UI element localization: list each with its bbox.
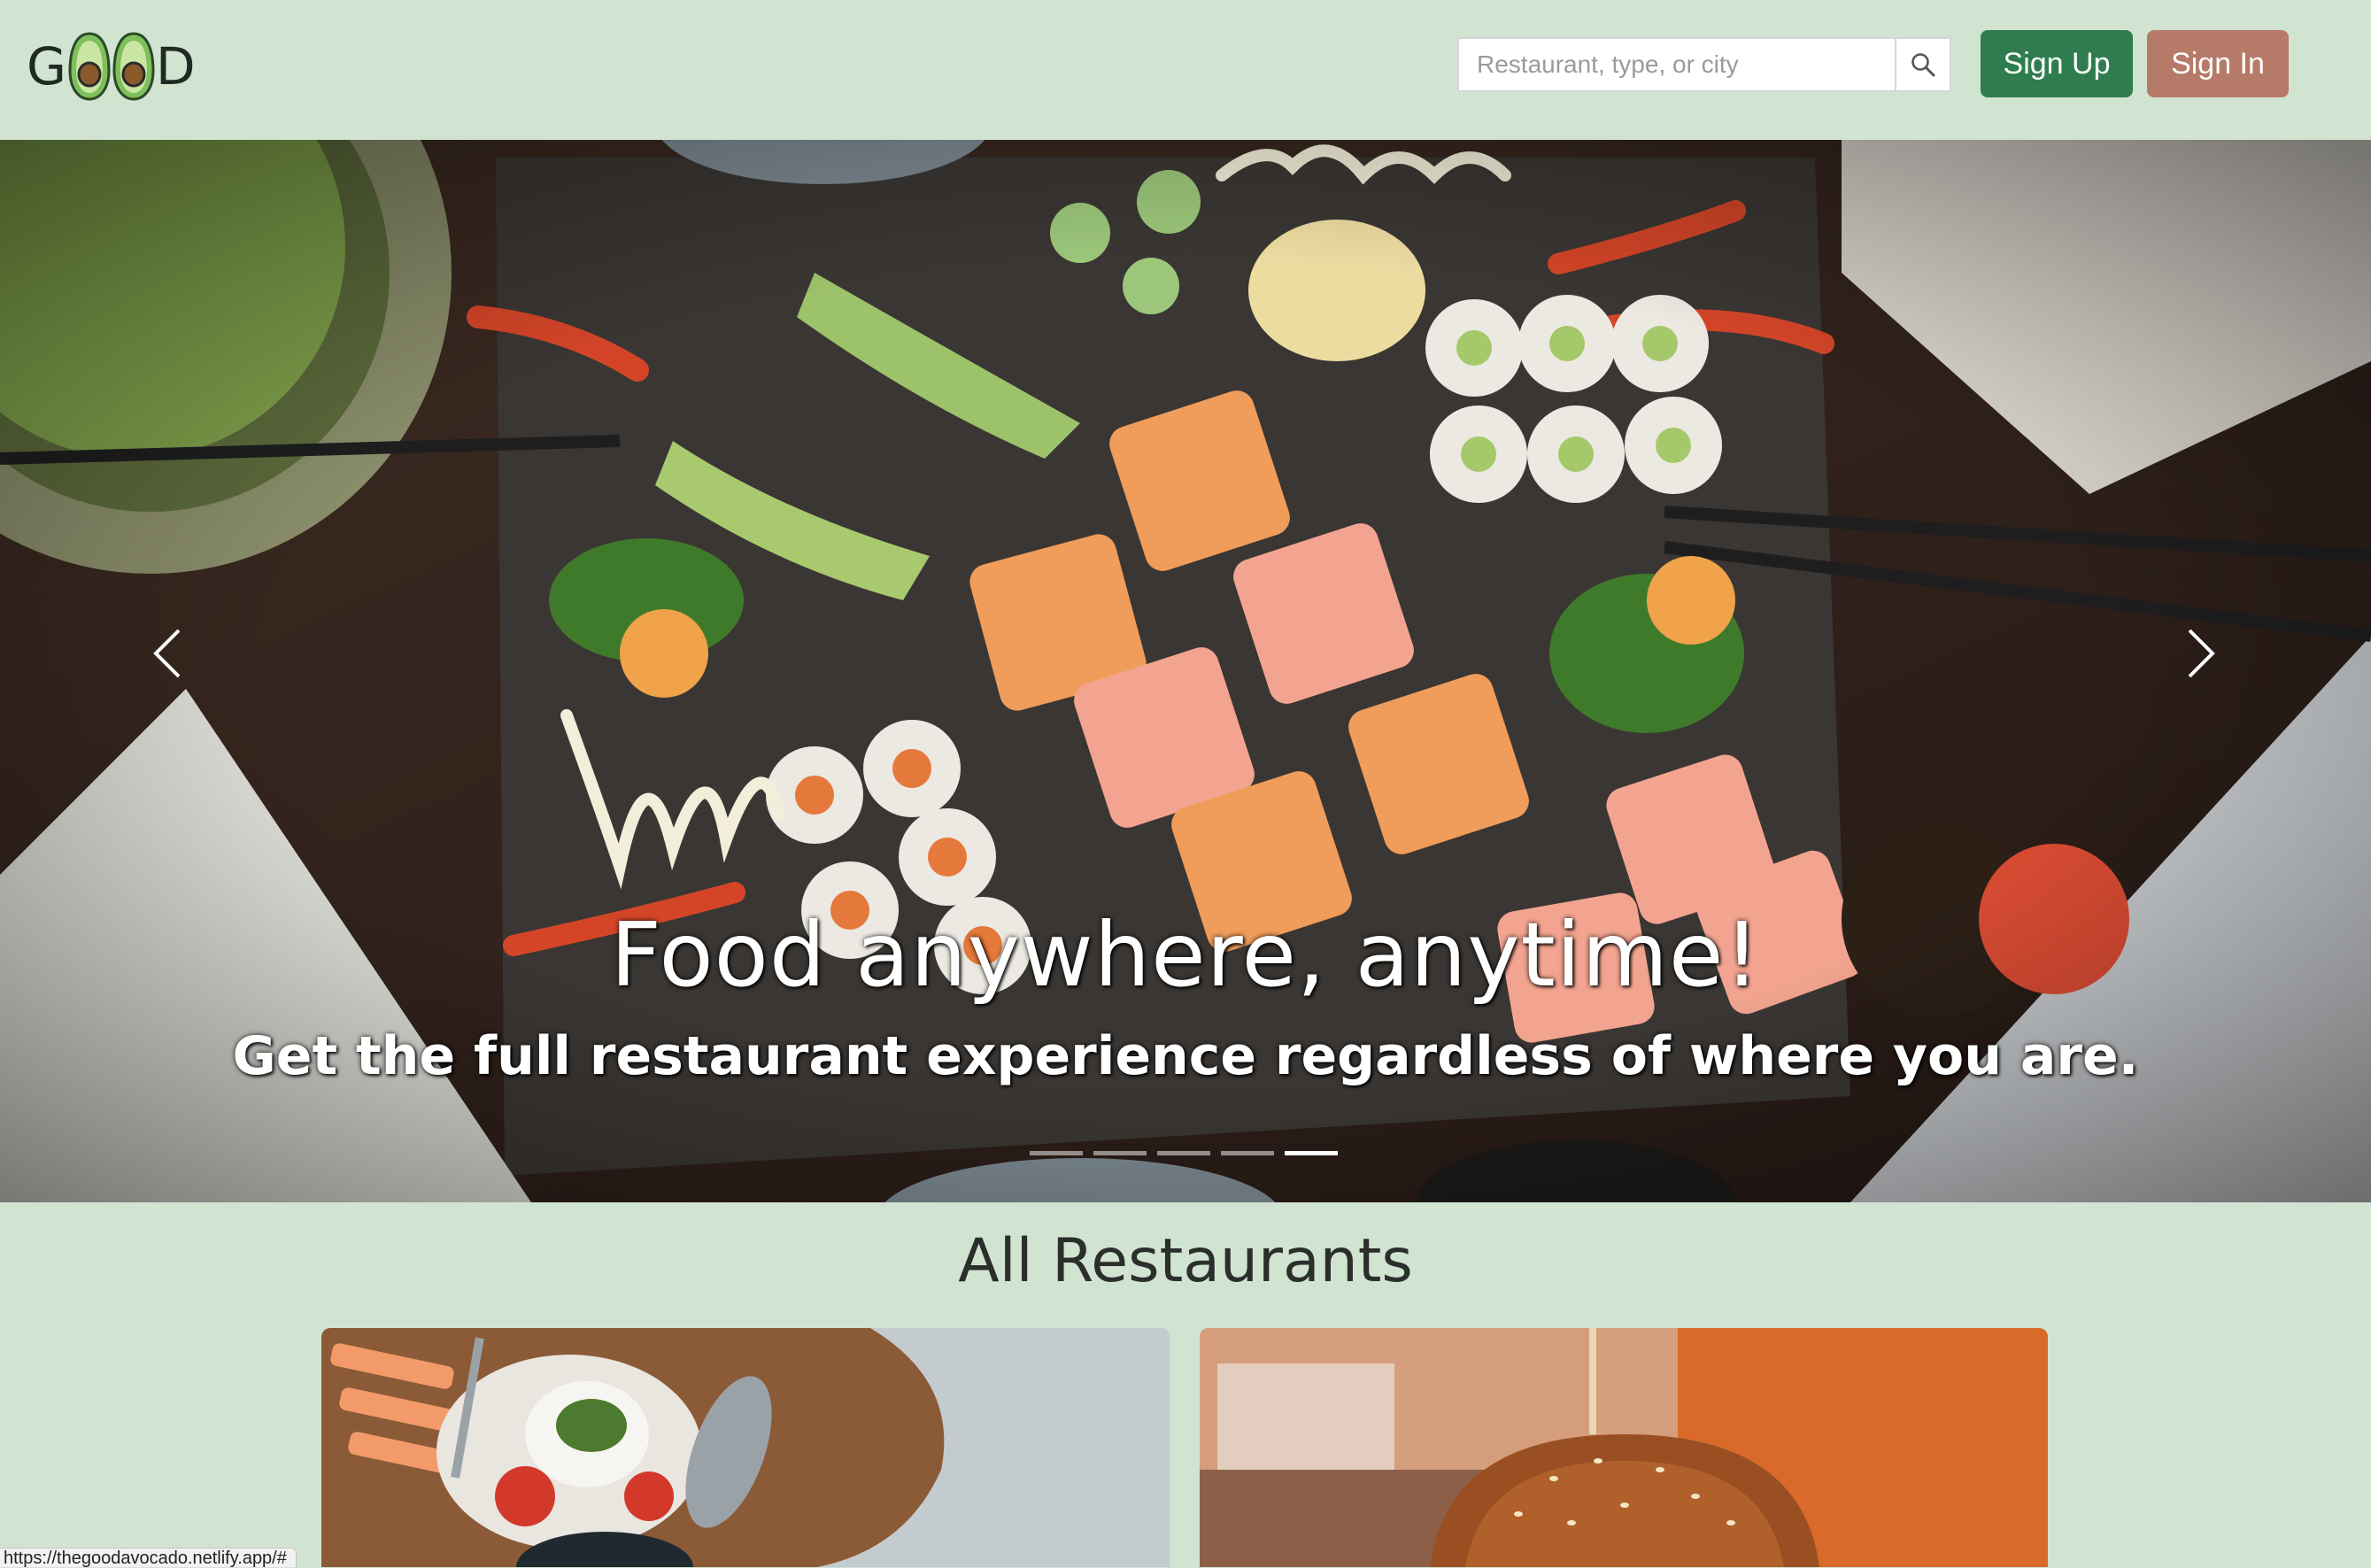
logo-letter-d: D [155,36,197,97]
carousel-indicator[interactable] [1093,1151,1147,1155]
hero-title: Food anywhere, anytime! [610,903,1761,1007]
search-input[interactable] [1457,37,1895,92]
hero-subtitle: Get the full restaurant experience regar… [232,1025,2139,1087]
logo-letter-g: G [27,36,67,97]
carousel-indicator[interactable] [1030,1151,1083,1155]
hero-carousel: Food anywhere, anytime! Get the full res… [0,140,2371,1202]
brand-logo[interactable]: G D [27,27,204,106]
carousel-indicators [1030,1151,1338,1155]
sign-in-button[interactable]: Sign In [2147,30,2289,97]
carousel-indicator[interactable] [1221,1151,1274,1155]
restaurant-card-image [1200,1328,2048,1567]
search-icon [1911,53,1935,77]
restaurant-card[interactable] [1200,1328,2048,1567]
search-button[interactable] [1895,37,1951,92]
navbar: G D Sign Up Sign In [0,0,2371,140]
search-bar [1457,37,1951,92]
avocado-icon [109,30,158,103]
status-bar-url: https://thegoodavocado.netlify.app/# [0,1548,297,1568]
chevron-left-icon [153,629,181,678]
carousel-indicator[interactable] [1157,1151,1210,1155]
restaurant-card[interactable] [321,1328,1170,1567]
carousel-indicator[interactable] [1285,1151,1338,1155]
restaurant-card-image [321,1328,1170,1567]
section-title: All Restaurants [958,1226,1413,1296]
chevron-right-icon [2188,629,2215,678]
carousel-next-button[interactable] [2165,618,2236,689]
sign-up-button[interactable]: Sign Up [1981,30,2133,97]
carousel-prev-button[interactable] [133,618,204,689]
avocado-icon [65,30,114,103]
